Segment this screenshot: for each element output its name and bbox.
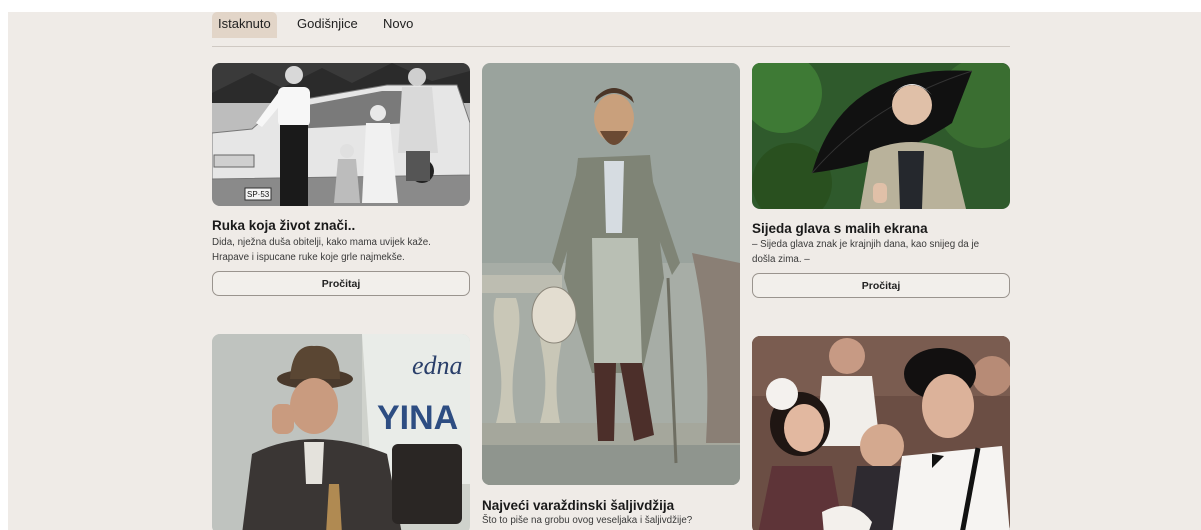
card-desc-line: – Sijeda glava znak je krajnjih dana, ka… xyxy=(752,239,980,250)
read-button[interactable]: Pročitaj xyxy=(212,271,470,296)
page-canvas: Istaknuto Godišnjice Novo SP·53 Ruka koj… xyxy=(8,12,1201,530)
sign-text-bottom: YINA xyxy=(377,399,458,437)
card-title[interactable]: Ruka koja život znači.. xyxy=(212,218,355,233)
tab-istaknuto[interactable]: Istaknuto xyxy=(212,12,277,38)
portrait-photo[interactable] xyxy=(482,63,740,485)
plate-text: SP·53 xyxy=(247,190,270,199)
card-desc-line: došla zima. – xyxy=(752,254,810,265)
umbrella-photo[interactable] xyxy=(752,63,1010,209)
card-title[interactable]: Najveći varaždinski šaljivdžija xyxy=(482,498,674,513)
drinking-man-photo[interactable]: edna YINA xyxy=(212,334,470,530)
card-desc-line: Što to piše na grobu ovog veseljaka i ša… xyxy=(482,515,693,526)
card-title[interactable]: Sijeda glava s malih ekrana xyxy=(752,221,928,236)
wedding-photo[interactable] xyxy=(752,336,1010,530)
card-desc-line: Dida, nježna duša obitelji, kako mama uv… xyxy=(212,237,431,248)
card-desc-line: Hrapave i ispucane ruke koje grle najmek… xyxy=(212,252,405,263)
tab-novo[interactable]: Novo xyxy=(377,12,419,38)
tab-godisnjice[interactable]: Godišnjice xyxy=(291,12,364,38)
read-button[interactable]: Pročitaj xyxy=(752,273,1010,298)
tab-bar: Istaknuto Godišnjice Novo xyxy=(212,12,1010,47)
family-car-photo[interactable]: SP·53 xyxy=(212,63,470,206)
sign-text-top: edna xyxy=(412,351,463,380)
